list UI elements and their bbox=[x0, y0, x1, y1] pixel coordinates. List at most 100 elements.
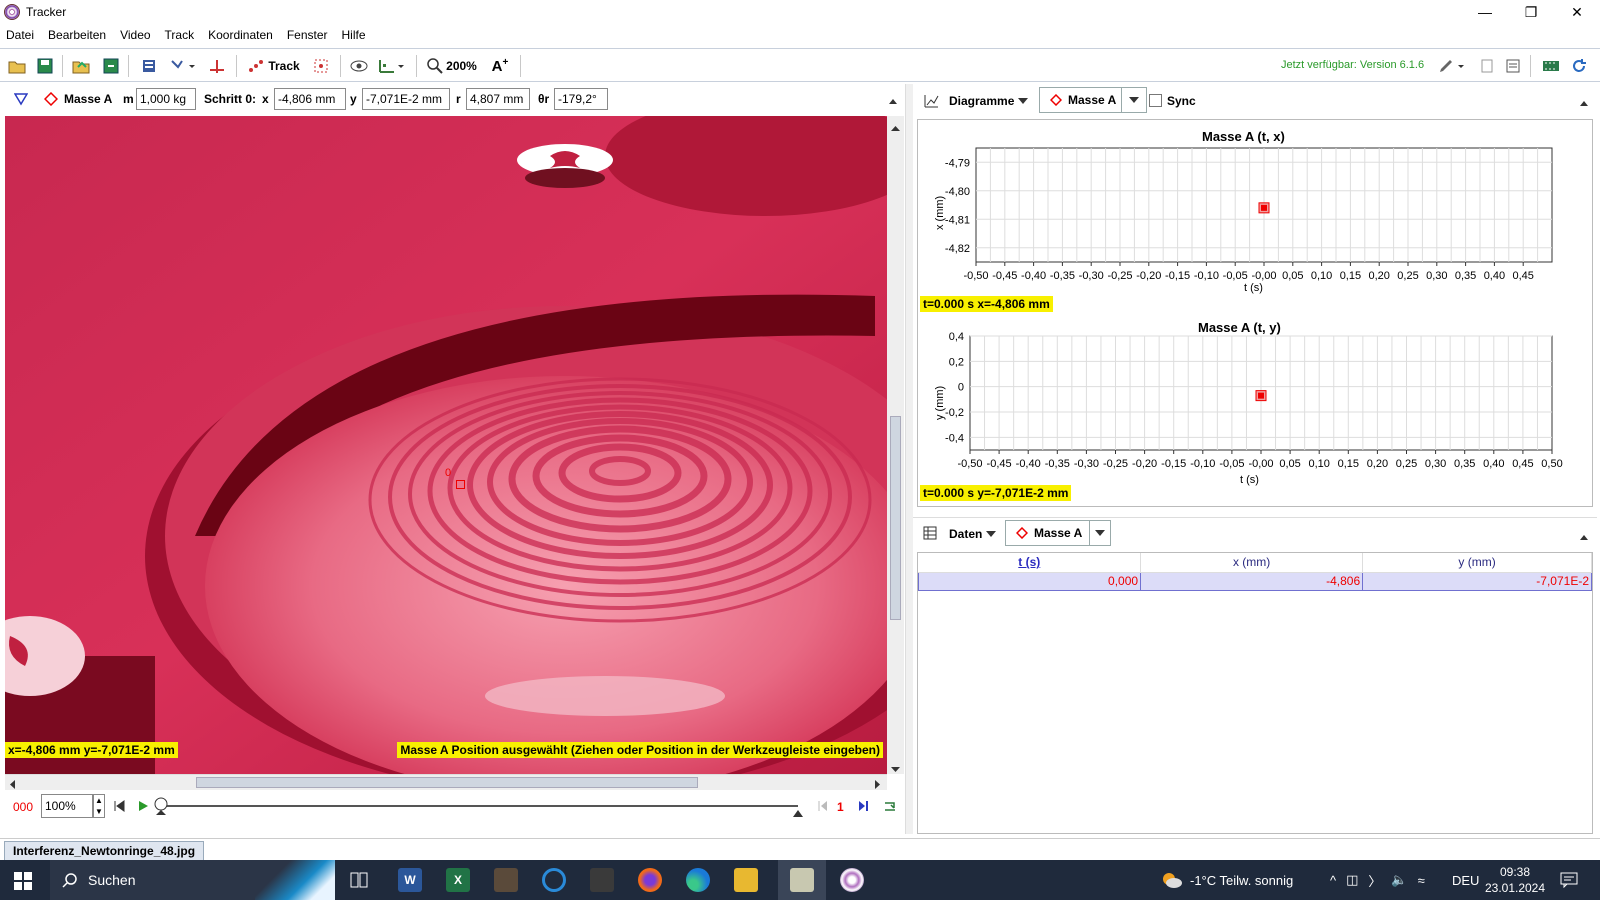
input-method-icon[interactable]: 〉 bbox=[1368, 871, 1381, 890]
volume-icon[interactable]: 🔈 bbox=[1391, 872, 1407, 888]
reset-icon[interactable] bbox=[113, 800, 125, 815]
end-marker[interactable] bbox=[793, 806, 803, 820]
table-view-icon bbox=[923, 526, 937, 543]
zoom-button[interactable]: 200% bbox=[424, 55, 480, 77]
plot-collapse-icon[interactable] bbox=[1579, 96, 1589, 110]
table-track-dropdown-arrow[interactable] bbox=[1089, 520, 1111, 546]
plot2-canvas[interactable]: -0,50 -0,45 -0,40 -0,35 -0,30 -0,25 -0,20 -0,15… bbox=[918, 120, 1594, 508]
close-button[interactable]: ✕ bbox=[1554, 0, 1600, 24]
cell-x[interactable]: -4,806 bbox=[1140, 571, 1364, 591]
column-t[interactable]: t (s) bbox=[918, 553, 1142, 573]
step-forward-icon[interactable] bbox=[857, 800, 869, 815]
menu-track[interactable]: Track bbox=[165, 28, 195, 42]
data-table[interactable]: t (s) x (mm) y (mm) 0,000 -4,806 -7,071E… bbox=[917, 553, 1592, 591]
menu-video[interactable]: Video bbox=[120, 28, 150, 42]
track-point-marker[interactable] bbox=[456, 480, 465, 489]
r-field[interactable]: 4,807 mm bbox=[466, 88, 530, 110]
search-icon bbox=[62, 873, 77, 888]
font-size-icon[interactable]: A+ bbox=[488, 55, 512, 77]
taskbar-search[interactable]: Suchen bbox=[50, 860, 335, 900]
wifi-icon[interactable]: ≈ bbox=[1418, 873, 1425, 888]
mass-field[interactable]: 1,000 kg bbox=[136, 88, 196, 110]
minimize-button[interactable]: — bbox=[1462, 0, 1508, 24]
file-tab[interactable]: Interferenz_Newtonringe_48.jpg bbox=[4, 841, 205, 861]
properties-icon[interactable] bbox=[1502, 55, 1524, 77]
cell-t[interactable]: 0,000 bbox=[917, 571, 1142, 591]
collapse-icon[interactable] bbox=[888, 94, 898, 108]
eye-icon[interactable] bbox=[348, 55, 370, 77]
plot2-status: t=0.000 s y=-7,071E-2 mm bbox=[920, 485, 1072, 501]
frame-counter[interactable]: 000 bbox=[13, 800, 33, 814]
restore-button[interactable]: ❐ bbox=[1508, 0, 1554, 24]
y-field[interactable]: -7,071E-2 mm bbox=[362, 88, 450, 110]
video-view[interactable]: 0 x=-4,806 mm y=-7,071E-2 mm Masse A Pos… bbox=[5, 116, 887, 774]
video-vertical-scrollbar[interactable] bbox=[887, 116, 904, 774]
track-control-bar: Masse A m 1,000 kg Schritt 0: x -4,806 m… bbox=[4, 84, 898, 115]
clock[interactable]: 09:38 23.01.2024 bbox=[1484, 864, 1546, 896]
rate-stepper[interactable]: ▲ ▼ bbox=[93, 794, 105, 818]
calibration-icon[interactable] bbox=[168, 55, 198, 77]
column-y[interactable]: y (mm) bbox=[1362, 553, 1592, 573]
clip-settings-icon[interactable] bbox=[138, 55, 160, 77]
menu-fenster[interactable]: Fenster bbox=[287, 28, 328, 42]
menu-datei[interactable]: Datei bbox=[6, 28, 34, 42]
menu-hilfe[interactable]: Hilfe bbox=[342, 28, 366, 42]
table-row[interactable]: 0,000 -4,806 -7,071E-2 bbox=[917, 571, 1592, 591]
edge-icon[interactable] bbox=[686, 868, 710, 892]
video-horizontal-scrollbar[interactable] bbox=[5, 774, 887, 790]
snipping-tool-icon[interactable] bbox=[590, 868, 614, 892]
x-field[interactable]: -4,806 mm bbox=[274, 88, 346, 110]
track-name[interactable]: Masse A bbox=[64, 92, 112, 106]
newton-rings-image bbox=[5, 116, 887, 774]
notes-icon[interactable] bbox=[1476, 55, 1498, 77]
chevron-up-icon[interactable]: ^ bbox=[1330, 873, 1336, 888]
export-icon[interactable] bbox=[100, 55, 122, 77]
track-menu-icon[interactable] bbox=[13, 92, 29, 109]
plot-options-icon[interactable] bbox=[376, 55, 408, 77]
step-back-icon[interactable] bbox=[817, 800, 829, 815]
network-device-icon[interactable]: ◫ bbox=[1346, 872, 1358, 888]
firefox-icon[interactable] bbox=[638, 868, 662, 892]
theta-field[interactable]: -179,2° bbox=[554, 88, 608, 110]
excel-icon[interactable]: X bbox=[446, 868, 470, 892]
step-size[interactable]: 1 bbox=[837, 800, 844, 814]
axes-icon[interactable] bbox=[206, 55, 228, 77]
task-view-icon[interactable] bbox=[350, 872, 368, 891]
table-collapse-icon[interactable] bbox=[1579, 530, 1589, 544]
refresh-icon[interactable] bbox=[1568, 55, 1590, 77]
frame-slider[interactable] bbox=[160, 805, 798, 807]
update-notice[interactable]: Jetzt verfügbar: Version 6.1.6 bbox=[1281, 59, 1424, 71]
open-folder-icon[interactable] bbox=[6, 55, 28, 77]
plot-view-dropdown[interactable]: Diagramme bbox=[949, 94, 1029, 108]
slider-thumb[interactable] bbox=[153, 796, 169, 819]
table-view-dropdown[interactable]: Daten bbox=[949, 527, 997, 541]
pencil-icon[interactable] bbox=[1436, 55, 1468, 77]
word-icon[interactable]: W bbox=[398, 868, 422, 892]
track-button[interactable]: Track bbox=[244, 55, 304, 77]
filmstrip-icon[interactable] bbox=[1540, 55, 1562, 77]
sync-checkbox[interactable] bbox=[1149, 94, 1162, 107]
tracker-icon[interactable] bbox=[840, 868, 864, 892]
file-explorer-icon[interactable] bbox=[734, 868, 758, 892]
plot-track-dropdown-arrow[interactable] bbox=[1121, 87, 1147, 113]
menu-koordinaten[interactable]: Koordinaten bbox=[208, 28, 273, 42]
zoom-icon bbox=[427, 58, 443, 74]
x-label: x bbox=[262, 92, 269, 106]
rate-spinner[interactable]: 100% bbox=[41, 794, 93, 818]
open-file-icon[interactable] bbox=[70, 55, 92, 77]
notification-icon[interactable] bbox=[1560, 872, 1578, 891]
column-x[interactable]: x (mm) bbox=[1140, 553, 1364, 573]
menu-bearbeiten[interactable]: Bearbeiten bbox=[48, 28, 106, 42]
windows-start-icon[interactable] bbox=[14, 872, 32, 893]
language-indicator[interactable]: DEU bbox=[1452, 860, 1479, 900]
internet-explorer-icon[interactable] bbox=[542, 868, 566, 892]
save-icon[interactable] bbox=[34, 55, 56, 77]
loop-icon[interactable] bbox=[883, 800, 897, 815]
panel-splitter[interactable] bbox=[905, 84, 913, 834]
weather-widget[interactable]: -1°C Teilw. sonnig bbox=[1160, 860, 1293, 900]
paint-icon[interactable] bbox=[494, 868, 518, 892]
active-app-slot[interactable] bbox=[778, 860, 826, 900]
autotracker-icon[interactable] bbox=[310, 55, 332, 77]
cell-y[interactable]: -7,071E-2 bbox=[1362, 571, 1592, 591]
play-icon[interactable] bbox=[137, 800, 149, 815]
